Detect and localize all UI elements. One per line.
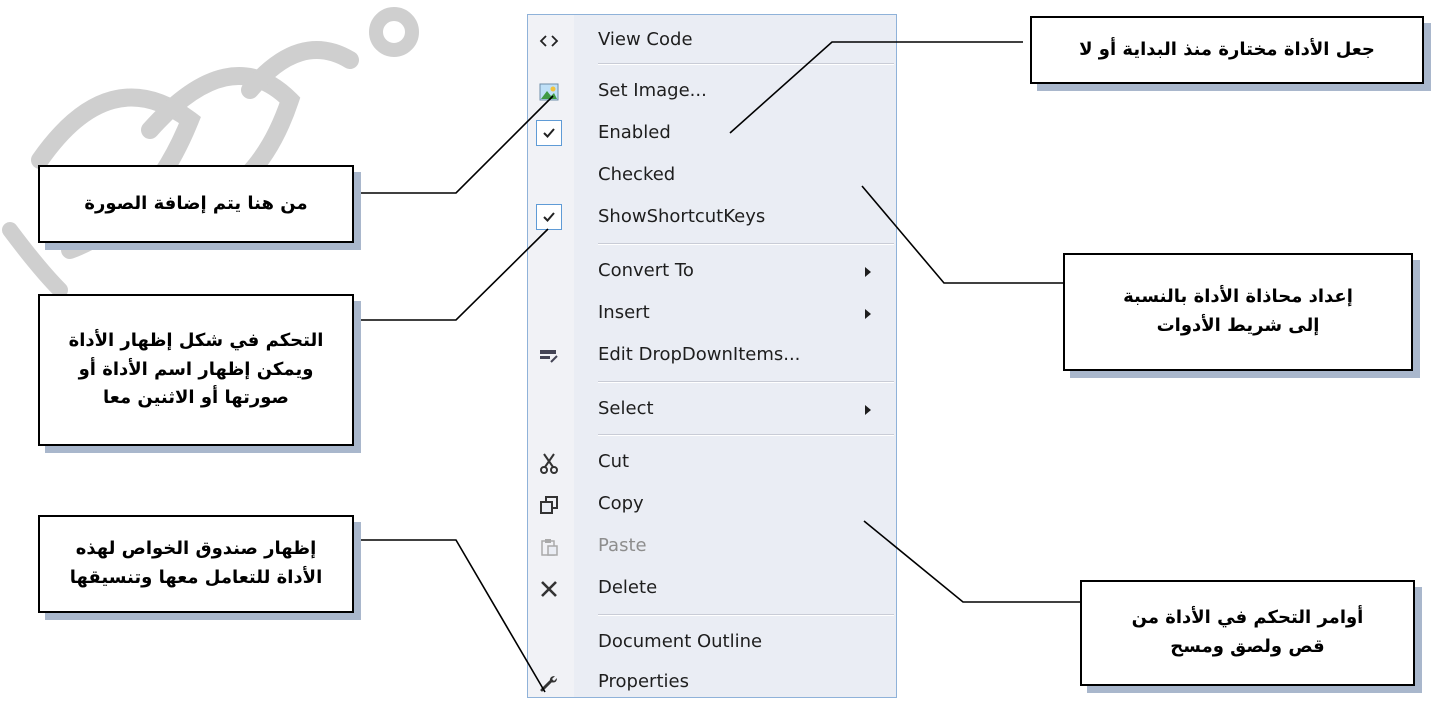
callout-alignment: إعداد محاذاة الأداة بالنسبة إلى شريط الأ…: [1063, 253, 1413, 371]
callout-add-image: من هنا يتم إضافة الصورة: [38, 165, 354, 243]
callout-text: إظهار صندوق الخواص لهذه الأداة للتعامل م…: [69, 538, 323, 588]
callout-text: التحكم في شكل إظهار الأداة ويمكن إظهار ا…: [68, 329, 324, 409]
callout-edit-commands: أوامر التحكم في الأداة من قص ولصق ومسح: [1080, 580, 1415, 686]
callout-display-style: التحكم في شكل إظهار الأداة ويمكن إظهار ا…: [38, 294, 354, 446]
callout-properties-box: إظهار صندوق الخواص لهذه الأداة للتعامل م…: [38, 515, 354, 613]
callout-text: أوامر التحكم في الأداة من قص ولصق ومسح: [1131, 607, 1364, 657]
callout-text: إعداد محاذاة الأداة بالنسبة إلى شريط الأ…: [1123, 286, 1353, 336]
callout-checked-default: جعل الأداة مختارة منذ البداية أو لا: [1030, 16, 1424, 84]
callout-text: جعل الأداة مختارة منذ البداية أو لا: [1079, 38, 1375, 60]
callout-text: من هنا يتم إضافة الصورة: [84, 192, 308, 214]
